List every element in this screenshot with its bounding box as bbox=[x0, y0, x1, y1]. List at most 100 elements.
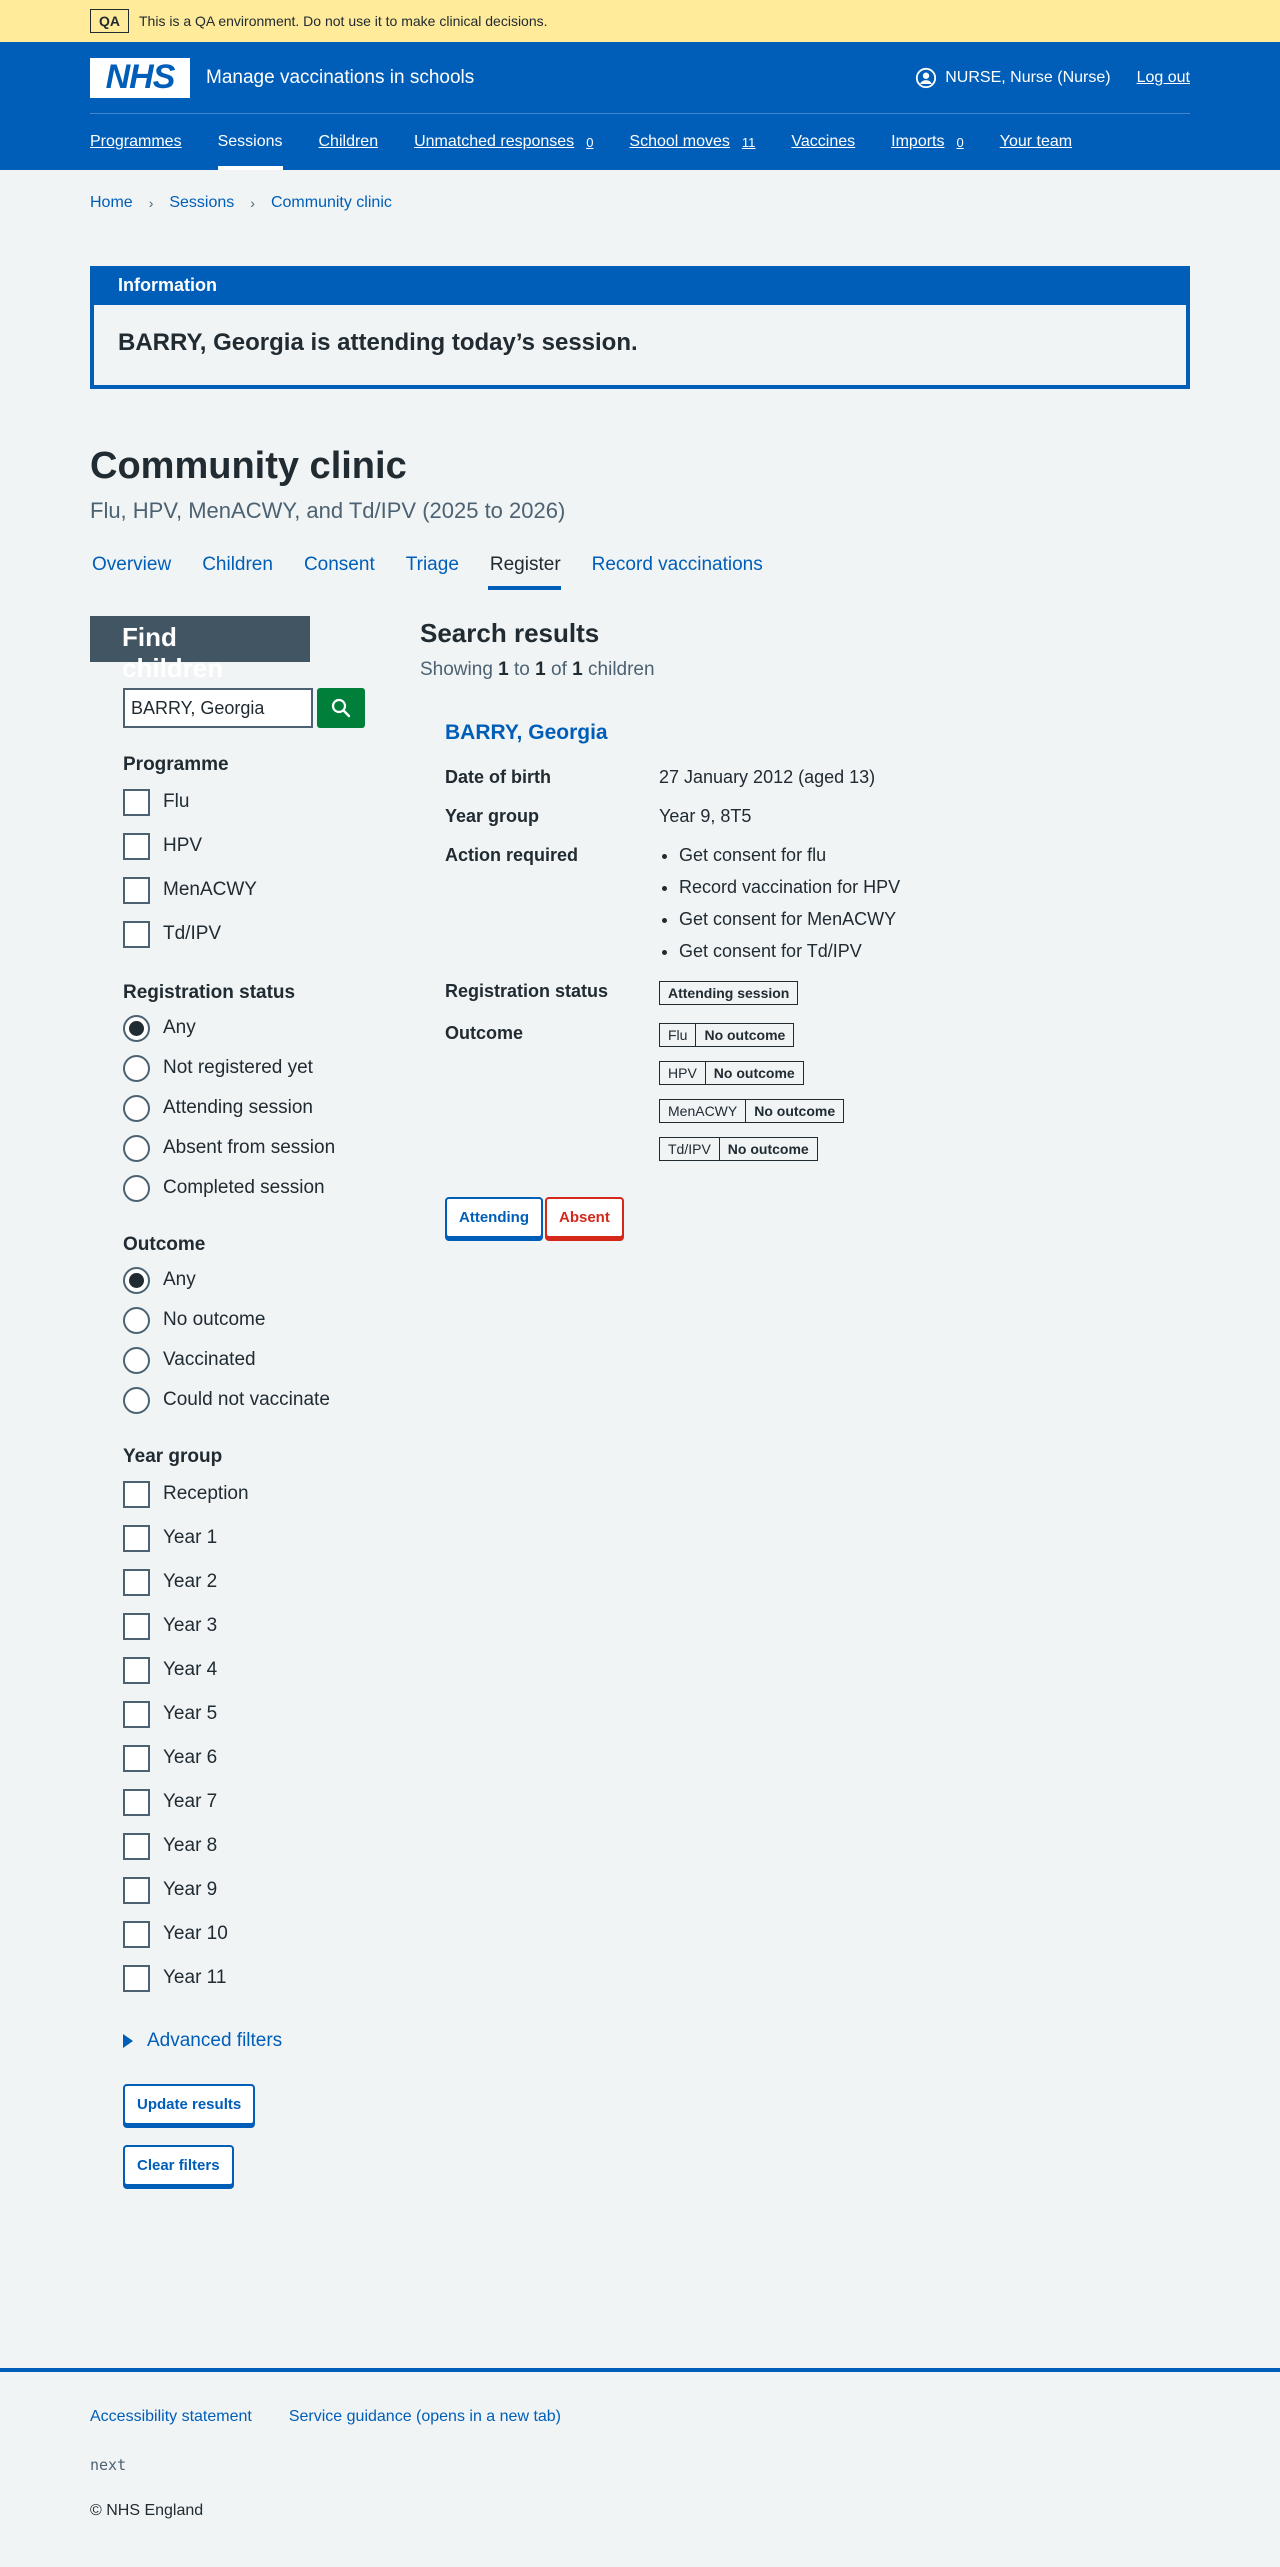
find-children-heading: Find children bbox=[90, 616, 310, 683]
absent-button[interactable]: Absent bbox=[544, 1197, 624, 1238]
checkbox[interactable] bbox=[123, 1876, 150, 1904]
year-option-10[interactable]: Year 10 bbox=[123, 1912, 376, 1956]
nav-school-moves[interactable]: School moves 11 bbox=[629, 114, 755, 170]
chevron-right-icon: › bbox=[148, 195, 154, 211]
breadcrumb-sessions[interactable]: Sessions bbox=[169, 194, 234, 212]
triangle-right-icon bbox=[123, 2034, 133, 2048]
clear-filters-button[interactable]: Clear filters bbox=[123, 2145, 234, 2186]
registration-status-label: Registration status bbox=[445, 981, 609, 1001]
nav-children[interactable]: Children bbox=[319, 114, 379, 170]
radio-button[interactable] bbox=[123, 1306, 150, 1334]
user-icon bbox=[916, 67, 937, 88]
footer-version: next bbox=[90, 2456, 127, 2474]
registration-option-not-registered[interactable]: Not registered yet bbox=[123, 1048, 376, 1088]
year-option-reception[interactable]: Reception bbox=[123, 1472, 376, 1516]
radio-button[interactable] bbox=[123, 1386, 150, 1414]
checkbox[interactable] bbox=[123, 1744, 150, 1772]
registration-option-any[interactable]: Any bbox=[123, 1008, 376, 1048]
list-item: Get consent for Td/IPV bbox=[679, 941, 1190, 962]
accessibility-statement-link[interactable]: Accessibility statement bbox=[90, 2408, 252, 2426]
checkbox[interactable] bbox=[123, 1788, 150, 1816]
advanced-filters-link[interactable]: Advanced filters bbox=[147, 2030, 282, 2052]
year-option-6[interactable]: Year 6 bbox=[123, 1736, 376, 1780]
programme-option-hpv[interactable]: HPV bbox=[123, 824, 376, 868]
radio-button[interactable] bbox=[123, 1094, 150, 1122]
programme-option-menacwy[interactable]: MenACWY bbox=[123, 868, 376, 912]
outcome-option-no-outcome[interactable]: No outcome bbox=[123, 1300, 376, 1340]
checkbox[interactable] bbox=[123, 1568, 150, 1596]
radio-button[interactable] bbox=[123, 1134, 150, 1162]
search-button[interactable] bbox=[317, 688, 365, 728]
checkbox[interactable] bbox=[123, 920, 150, 948]
nav-unmatched-responses[interactable]: Unmatched responses 0 bbox=[414, 114, 593, 170]
child-name-link[interactable]: BARRY, Georgia bbox=[445, 721, 608, 744]
programme-option-flu[interactable]: Flu bbox=[123, 780, 376, 824]
breadcrumb-home[interactable]: Home bbox=[90, 194, 133, 212]
checkbox[interactable] bbox=[123, 876, 150, 904]
search-input[interactable] bbox=[123, 688, 313, 728]
child-card: BARRY, Georgia Date of birth 27 January … bbox=[420, 721, 1190, 1238]
service-guidance-link[interactable]: Service guidance (opens in a new tab) bbox=[289, 2408, 561, 2426]
nav-your-team[interactable]: Your team bbox=[1000, 114, 1072, 170]
year-option-7[interactable]: Year 7 bbox=[123, 1780, 376, 1824]
information-banner: Information BARRY, Georgia is attending … bbox=[90, 266, 1190, 389]
registration-status-legend: Registration status bbox=[123, 982, 296, 1003]
breadcrumb-community-clinic[interactable]: Community clinic bbox=[271, 194, 392, 212]
tab-register[interactable]: Register bbox=[487, 554, 561, 590]
tab-record-vaccinations[interactable]: Record vaccinations bbox=[590, 554, 763, 590]
tab-overview[interactable]: Overview bbox=[90, 554, 171, 590]
programme-option-tdipv[interactable]: Td/IPV bbox=[123, 912, 376, 956]
page-caption: Flu, HPV, MenACWY, and Td/IPV (2025 to 2… bbox=[90, 498, 566, 523]
list-item: Get consent for MenACWY bbox=[679, 909, 1190, 930]
logout-link[interactable]: Log out bbox=[1137, 69, 1190, 87]
checkbox[interactable] bbox=[123, 1612, 150, 1640]
outcome-option-any[interactable]: Any bbox=[123, 1260, 376, 1300]
year-option-11[interactable]: Year 11 bbox=[123, 1956, 376, 2000]
year-option-9[interactable]: Year 9 bbox=[123, 1868, 376, 1912]
outcome-option-vaccinated[interactable]: Vaccinated bbox=[123, 1340, 376, 1380]
year-option-8[interactable]: Year 8 bbox=[123, 1824, 376, 1868]
nav-count-badge: 0 bbox=[586, 134, 594, 150]
nav-sessions[interactable]: Sessions bbox=[217, 114, 283, 170]
attending-button[interactable]: Attending bbox=[445, 1197, 543, 1238]
outcome-option-could-not-vaccinate[interactable]: Could not vaccinate bbox=[123, 1380, 376, 1420]
radio-button[interactable] bbox=[123, 1054, 150, 1082]
year-option-3[interactable]: Year 3 bbox=[123, 1604, 376, 1648]
checkbox[interactable] bbox=[123, 1920, 150, 1948]
checkbox[interactable] bbox=[123, 1832, 150, 1860]
advanced-filters-toggle[interactable]: Advanced filters bbox=[123, 2030, 376, 2052]
checkbox[interactable] bbox=[123, 1480, 150, 1508]
tab-triage[interactable]: Triage bbox=[404, 554, 459, 590]
checkbox[interactable] bbox=[123, 1524, 150, 1552]
registration-option-attending[interactable]: Attending session bbox=[123, 1088, 376, 1128]
registration-option-absent[interactable]: Absent from session bbox=[123, 1128, 376, 1168]
radio-button[interactable] bbox=[123, 1346, 150, 1374]
radio-button[interactable] bbox=[123, 1174, 150, 1202]
checkbox[interactable] bbox=[123, 832, 150, 860]
update-results-button[interactable]: Update results bbox=[123, 2084, 256, 2125]
tab-consent[interactable]: Consent bbox=[302, 554, 375, 590]
radio-button[interactable] bbox=[123, 1014, 150, 1042]
checkbox[interactable] bbox=[123, 1964, 150, 1992]
radio-button[interactable] bbox=[123, 1266, 150, 1294]
nav-vaccines[interactable]: Vaccines bbox=[791, 114, 855, 170]
tab-children[interactable]: Children bbox=[200, 554, 273, 590]
year-option-1[interactable]: Year 1 bbox=[123, 1516, 376, 1560]
service-name[interactable]: Manage vaccinations in schools bbox=[206, 67, 474, 89]
checkbox[interactable] bbox=[123, 1700, 150, 1728]
nhs-logo[interactable]: NHS bbox=[90, 57, 190, 98]
year-option-5[interactable]: Year 5 bbox=[123, 1692, 376, 1736]
nav-programmes[interactable]: Programmes bbox=[90, 114, 182, 170]
outcome-legend: Outcome bbox=[123, 1234, 206, 1255]
qa-banner-text: This is a QA environment. Do not use it … bbox=[139, 13, 548, 29]
checkbox[interactable] bbox=[123, 1656, 150, 1684]
registration-option-completed[interactable]: Completed session bbox=[123, 1168, 376, 1208]
checkbox[interactable] bbox=[123, 788, 150, 816]
outcome-tag-hpv: HPV No outcome bbox=[659, 1061, 1190, 1085]
year-option-4[interactable]: Year 4 bbox=[123, 1648, 376, 1692]
outcome-tag-flu: Flu No outcome bbox=[659, 1023, 1190, 1047]
year-option-2[interactable]: Year 2 bbox=[123, 1560, 376, 1604]
nav-imports[interactable]: Imports 0 bbox=[891, 114, 964, 170]
results-count: Showing 1 to 1 of 1 children bbox=[420, 659, 655, 680]
search-icon bbox=[331, 698, 351, 718]
